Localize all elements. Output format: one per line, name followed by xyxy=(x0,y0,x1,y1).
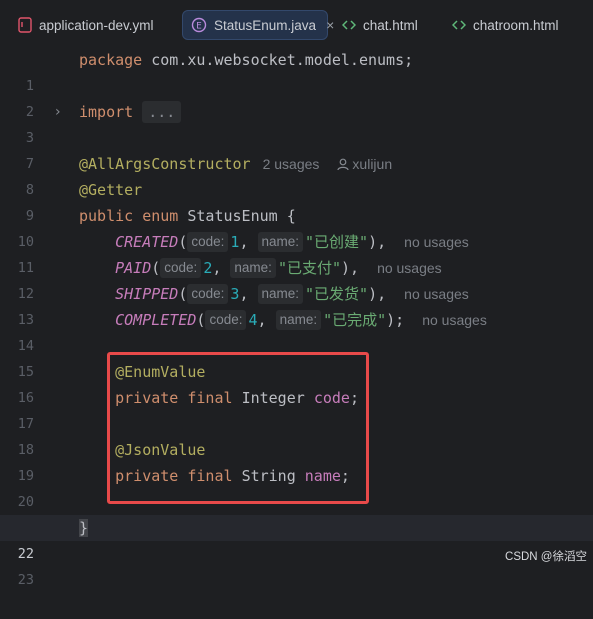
html-file-icon xyxy=(342,19,356,31)
enum-constant: SHIPPED xyxy=(115,285,179,303)
code-line: 11 CREATED(code: 1, name: "已创建"), no usages xyxy=(0,229,593,276)
code-line: 3 › import ... xyxy=(0,99,593,146)
code-line: 10 public enum StatusEnum { xyxy=(0,203,593,250)
chevron-right-icon[interactable]: › xyxy=(55,99,61,125)
tab-label: chat.html xyxy=(363,17,418,33)
annotation: @Getter xyxy=(79,181,143,199)
code-line: 14 COMPLETED(code: 4, name: "已完成"); no usag… xyxy=(0,307,593,354)
folded-imports[interactable]: ... xyxy=(142,101,182,123)
svg-text:E: E xyxy=(196,22,202,32)
usages-hint[interactable]: no usages xyxy=(422,312,487,328)
usages-hint[interactable]: no usages xyxy=(404,286,469,302)
author-hint[interactable]: xulijun xyxy=(352,156,392,172)
brace: { xyxy=(286,207,296,225)
enum-file-icon: E xyxy=(191,17,207,33)
keyword: public xyxy=(79,207,134,225)
yml-file-icon xyxy=(18,17,32,33)
param-hint: code: xyxy=(205,310,247,330)
tab-label: application-dev.yml xyxy=(39,17,154,33)
html-file-icon xyxy=(452,19,466,31)
tab-statusenum-java[interactable]: E StatusEnum.java × xyxy=(182,10,334,40)
param-hint: name: xyxy=(257,232,304,252)
code-line: 1 package com.xu.websocket.model.enums; xyxy=(0,47,593,94)
punctuation: ), xyxy=(368,285,387,303)
keyword: enum xyxy=(142,207,179,225)
code-line: 13 SHIPPED(code: 3, name: "已发货"), no usages xyxy=(0,281,593,328)
param-hint: code: xyxy=(160,258,202,278)
line-number: 23 xyxy=(17,572,34,588)
tab-chatroom-html[interactable]: chatroom.html xyxy=(452,10,559,40)
close-icon[interactable]: × xyxy=(326,17,334,33)
highlight-box xyxy=(107,352,369,504)
keyword: package xyxy=(79,51,143,69)
usages-hint[interactable]: no usages xyxy=(377,260,442,276)
enum-code: 1 xyxy=(230,233,240,251)
param-hint: name: xyxy=(230,258,276,278)
tab-application-dev-yml[interactable]: application-dev.yml xyxy=(18,10,154,40)
punctuation: ), xyxy=(341,259,360,277)
code-line: 9 @Getter xyxy=(0,177,593,224)
punctuation: ), xyxy=(368,233,387,251)
code-line-current: 22 } xyxy=(0,515,593,562)
brace: } xyxy=(79,519,89,537)
keyword: import xyxy=(79,103,134,121)
punctuation: ); xyxy=(386,311,405,329)
enum-name: StatusEnum xyxy=(187,207,278,225)
watermark: CSDN @徐滔空 xyxy=(505,551,587,563)
package-name: com.xu.websocket.model.enums; xyxy=(151,51,414,69)
enum-value: "已创建" xyxy=(305,233,369,251)
tab-label: chatroom.html xyxy=(473,17,559,33)
tab-label: StatusEnum.java xyxy=(214,17,317,33)
code-line: 8 @AllArgsConstructor 2 usages xulijun xyxy=(0,151,593,198)
param-hint: name: xyxy=(275,310,322,330)
enum-code: 3 xyxy=(230,285,240,303)
usages-hint[interactable]: no usages xyxy=(404,234,469,250)
enum-constant: COMPLETED xyxy=(115,311,197,329)
enum-constant: CREATED xyxy=(115,233,179,251)
enum-code: 4 xyxy=(248,311,258,329)
param-hint: code: xyxy=(187,284,229,304)
code-line: 2 xyxy=(0,73,593,120)
tab-chat-html[interactable]: chat.html xyxy=(342,10,418,40)
code-line: 7 xyxy=(0,125,593,172)
annotation: @AllArgsConstructor xyxy=(79,155,251,173)
enum-code: 2 xyxy=(203,259,213,277)
enum-value: "已支付" xyxy=(277,259,341,277)
editor-tab-bar: application-dev.yml E StatusEnum.java × … xyxy=(0,0,593,47)
person-icon xyxy=(337,158,350,171)
enum-value: "已发货" xyxy=(305,285,369,303)
usages-hint[interactable]: 2 usages xyxy=(263,156,320,172)
param-hint: code: xyxy=(187,232,229,252)
code-line: 12 PAID(code: 2, name: "已支付"), no usages xyxy=(0,255,593,302)
enum-constant: PAID xyxy=(115,259,152,277)
param-hint: name: xyxy=(257,284,304,304)
enum-value: "已完成" xyxy=(323,311,387,329)
